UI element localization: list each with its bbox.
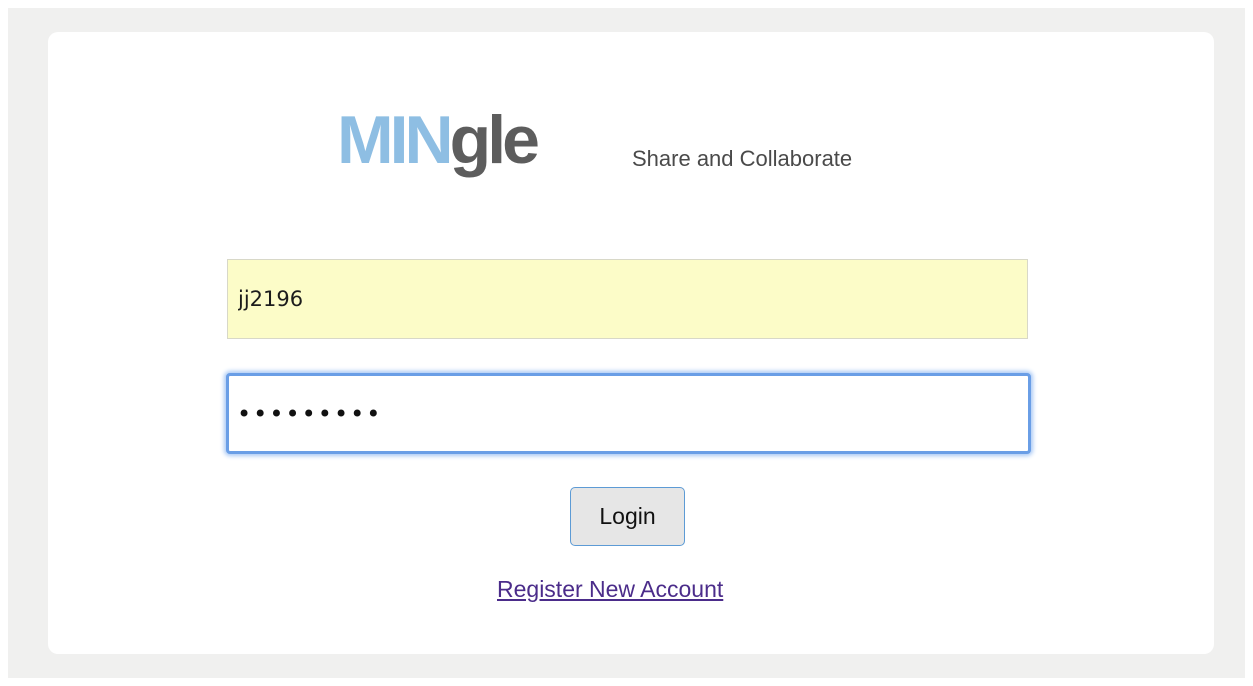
mingle-logo: MINgle xyxy=(337,100,540,190)
register-new-account-link[interactable]: Register New Account xyxy=(497,576,723,603)
logo-text-gle: gle xyxy=(449,102,540,178)
login-card xyxy=(48,32,1214,654)
tagline: Share and Collaborate xyxy=(632,146,853,171)
password-input[interactable] xyxy=(226,373,1031,454)
logo-text-min: MIN xyxy=(337,102,454,178)
login-button[interactable]: Login xyxy=(570,487,685,546)
username-input[interactable] xyxy=(227,259,1028,339)
